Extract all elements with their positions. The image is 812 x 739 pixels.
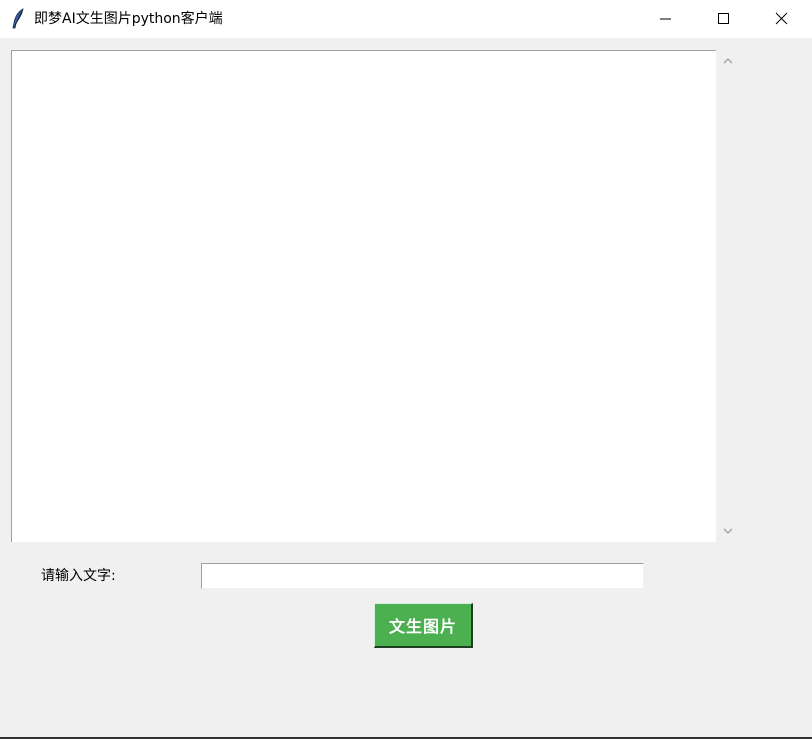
generate-button-label: 文生图片: [388, 617, 457, 636]
scroll-down-button[interactable]: [718, 522, 737, 542]
close-button[interactable]: [752, 0, 810, 38]
scroll-up-button[interactable]: [718, 50, 737, 70]
maximize-icon: [718, 13, 729, 24]
minimize-button[interactable]: [636, 0, 694, 38]
title-bar: 即梦AI文生图片python客户端: [0, 0, 812, 38]
close-icon: [775, 12, 788, 25]
generate-image-button[interactable]: 文生图片: [374, 603, 473, 648]
vertical-scrollbar[interactable]: [718, 50, 737, 542]
prompt-label: 请输入文字:: [41, 568, 116, 584]
window-title: 即梦AI文生图片python客户端: [34, 11, 223, 27]
output-text-area[interactable]: [11, 50, 716, 542]
prompt-input[interactable]: [201, 563, 644, 589]
maximize-button[interactable]: [694, 0, 752, 38]
minimize-icon: [660, 18, 671, 20]
feather-icon: [10, 8, 26, 30]
chevron-up-icon: [723, 58, 733, 64]
chevron-down-icon: [723, 528, 733, 534]
